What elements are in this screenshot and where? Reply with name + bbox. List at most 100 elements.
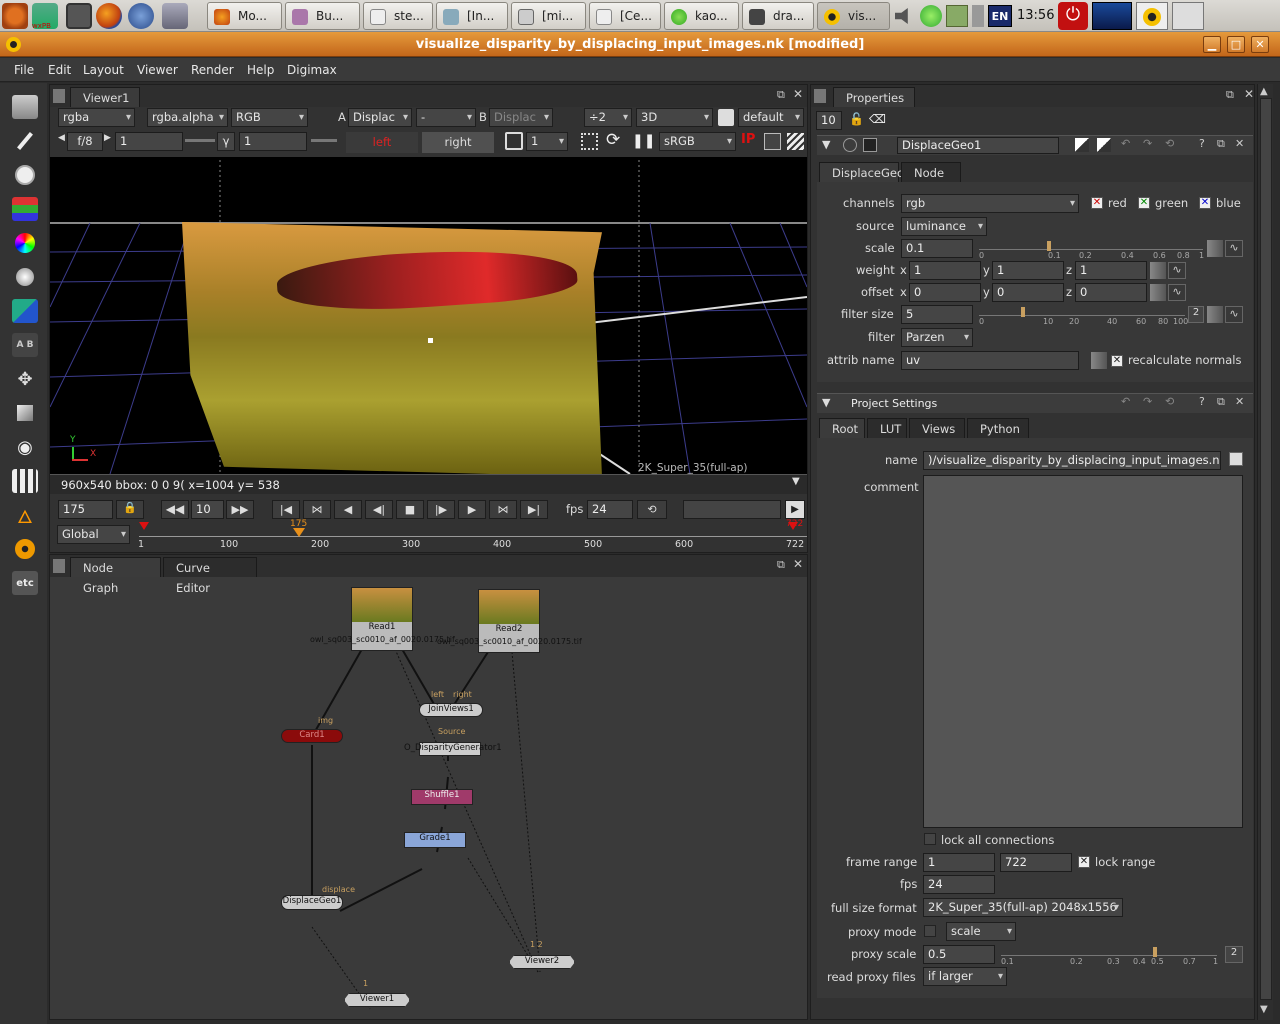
proxy-scale-channel-count[interactable]: 2 (1225, 946, 1243, 963)
minimize-button[interactable]: ▁ (1203, 36, 1221, 53)
a-input-dropdown[interactable]: Displac (348, 108, 412, 127)
play-forward-button[interactable]: |▶ (427, 500, 455, 519)
panel-menu-icon[interactable] (53, 559, 65, 573)
shuffle1-node[interactable]: Shuffle1 (411, 789, 473, 805)
time-nodes-icon[interactable] (12, 163, 38, 187)
filter-size-field[interactable]: 5 (901, 305, 973, 324)
tab-root[interactable]: Root (819, 418, 865, 438)
grade1-node[interactable]: Grade1 (404, 832, 466, 848)
lock-camera-icon[interactable] (718, 109, 734, 126)
increment-field[interactable]: 10 (191, 500, 224, 519)
next-frame-button[interactable]: ▶ (458, 500, 486, 519)
prev-frame-button[interactable]: ◀ (334, 500, 362, 519)
properties-scrollbar[interactable]: ▲ ▼ (1257, 84, 1273, 1020)
viewport-3d[interactable]: Y X 2K_Super_35(full-ap) (50, 157, 807, 474)
scale-slider[interactable] (979, 249, 1203, 250)
help-icon[interactable]: ? (1199, 395, 1205, 408)
node-icon[interactable] (843, 138, 857, 152)
project-fps-field[interactable]: 24 (923, 875, 995, 894)
float-panel-icon[interactable]: ⧉ (1226, 88, 1234, 102)
prev-keyframe-button[interactable]: ⋈ (303, 500, 331, 519)
panel-menu-icon[interactable] (53, 89, 65, 103)
input-process-dropdown[interactable]: default (738, 108, 804, 127)
blue-channel-checkbox[interactable]: ✕ (1199, 197, 1211, 209)
proxy-scale-slider-handle[interactable] (1153, 947, 1157, 957)
lock-all-connections-checkbox[interactable] (924, 833, 936, 845)
close-panel-icon[interactable]: ✕ (793, 87, 803, 101)
nuke-app-icon[interactable] (6, 37, 21, 52)
filter-size-expand-icon[interactable] (1207, 306, 1223, 323)
draw-nodes-icon[interactable] (12, 129, 38, 153)
input-process-toggle[interactable]: IP (741, 132, 759, 150)
gain-slider[interactable] (185, 139, 215, 142)
filter-select[interactable]: Parzen (901, 328, 973, 347)
task-window-3[interactable]: ste... (363, 2, 433, 30)
scrollbar-thumb[interactable] (1260, 98, 1272, 1000)
furnace-nodes-icon[interactable]: 🜂 (12, 503, 38, 528)
frame-range-end-field[interactable]: 722 (1000, 853, 1072, 872)
filter-size-slider[interactable] (979, 315, 1185, 316)
collapse-icon[interactable]: ▼ (822, 396, 830, 409)
float-panel-icon[interactable]: ⧉ (777, 558, 785, 572)
proxy-mode-checkbox[interactable] (924, 925, 936, 937)
browse-file-icon[interactable] (1229, 452, 1243, 466)
float-node-panel-icon[interactable]: ⧉ (1217, 395, 1225, 409)
collapse-icon[interactable]: ▼ (822, 138, 830, 151)
offset-expand-icon[interactable] (1150, 284, 1166, 301)
task-window-5[interactable]: [mi... (511, 2, 586, 30)
refresh-icon[interactable]: ⟳ (606, 131, 626, 151)
offset-animation-icon[interactable]: ∿ (1168, 284, 1186, 301)
revert-icon[interactable]: ⟲ (1165, 395, 1174, 408)
revert-icon[interactable]: ⟲ (1165, 137, 1174, 150)
weight-z-field[interactable]: 1 (1075, 261, 1147, 280)
alpha-channel-dropdown[interactable]: rgba.alpha (147, 108, 228, 127)
keyer-nodes-icon[interactable] (12, 299, 38, 323)
b-input-dropdown[interactable]: Displac (489, 108, 553, 127)
viewer-lut-dropdown[interactable]: sRGB (659, 132, 736, 151)
task-window-4[interactable]: [In... (436, 2, 508, 30)
tab-displacegeo[interactable]: DisplaceGeo (819, 162, 904, 182)
playback-mode-button[interactable]: ⟲ (637, 500, 667, 519)
lock-panels-icon[interactable]: 🔓 (849, 112, 864, 126)
scroll-down-icon[interactable]: ▼ (1260, 1004, 1268, 1015)
proxy-dropdown[interactable]: 1 (526, 132, 568, 151)
metadata-nodes-icon[interactable] (12, 469, 38, 493)
task-window-2[interactable]: Bu... (285, 2, 360, 30)
card1-node[interactable]: Card1 (281, 729, 343, 743)
gamma-slider[interactable] (311, 139, 337, 142)
full-size-format-select[interactable]: 2K_Super_35(full-ap) 2048x1556 (923, 898, 1123, 917)
pause-icon[interactable]: ❚❚ (632, 133, 655, 150)
weight-x-field[interactable]: 1 (909, 261, 981, 280)
nuke-tray-icon[interactable] (1136, 2, 1168, 30)
tab-python[interactable]: Python (967, 418, 1029, 438)
scale-expand-icon[interactable] (1207, 240, 1223, 257)
firefox-icon[interactable] (96, 3, 122, 29)
scroll-up-icon[interactable]: ▲ (1260, 86, 1268, 97)
viewer1-node[interactable]: Viewer1 (344, 993, 410, 1007)
max-panels-field[interactable]: 10 (816, 111, 842, 130)
tab-curve-editor[interactable]: Curve Editor (163, 557, 257, 595)
project-name-field[interactable]: )/visualize_disparity_by_displacing_inpu… (923, 451, 1221, 470)
lock-frame-icon[interactable]: 🔒 (116, 500, 144, 519)
displacegeo1-node[interactable]: DisplaceGeo1 (281, 895, 343, 910)
tab-node[interactable]: Node (901, 162, 961, 182)
stop-button[interactable]: ■ (396, 500, 424, 519)
menu-edit[interactable]: Edit (48, 63, 71, 77)
green-channel-checkbox[interactable]: ✕ (1138, 197, 1150, 209)
roi-icon[interactable] (581, 133, 598, 150)
help-icon[interactable]: ? (1199, 137, 1205, 150)
downrez-dropdown[interactable]: ÷2 (584, 108, 632, 127)
next-keyframe-button[interactable]: ⋈ (489, 500, 517, 519)
filter-size-slider-handle[interactable] (1021, 307, 1025, 317)
weight-animation-icon[interactable]: ∿ (1168, 262, 1186, 279)
tab-properties[interactable]: Properties (833, 87, 915, 107)
undo-icon[interactable]: ↶ (1121, 137, 1130, 150)
close-node-panel-icon[interactable]: ✕ (1235, 395, 1244, 408)
info-expand-icon[interactable]: ▼ (792, 476, 800, 487)
views-nodes-icon[interactable]: ◉ (12, 435, 38, 459)
menu-digimax[interactable]: Digimax (287, 63, 337, 77)
wipe-op-dropdown[interactable]: - (416, 108, 476, 127)
joinviews1-node[interactable]: JoinViews1 (419, 703, 483, 717)
close-panel-icon[interactable]: ✕ (1244, 87, 1254, 101)
close-node-panel-icon[interactable]: ✕ (1235, 137, 1244, 150)
